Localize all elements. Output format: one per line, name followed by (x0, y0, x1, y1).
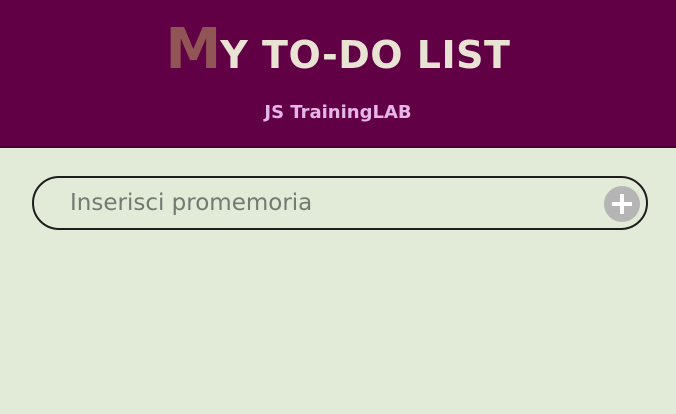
title-initial: M (165, 17, 222, 82)
todo-input[interactable] (70, 185, 590, 221)
main-content (0, 150, 676, 414)
add-todo-button[interactable] (604, 186, 640, 222)
app-header: MY TO-DO LIST JS TrainingLAB (0, 0, 676, 148)
page-title: MY TO-DO LIST (0, 22, 676, 78)
plus-icon (612, 194, 632, 214)
page-subtitle: JS TrainingLAB (264, 102, 412, 123)
title-text: Y TO-DO LIST (220, 33, 511, 77)
todo-input-container (32, 176, 648, 230)
